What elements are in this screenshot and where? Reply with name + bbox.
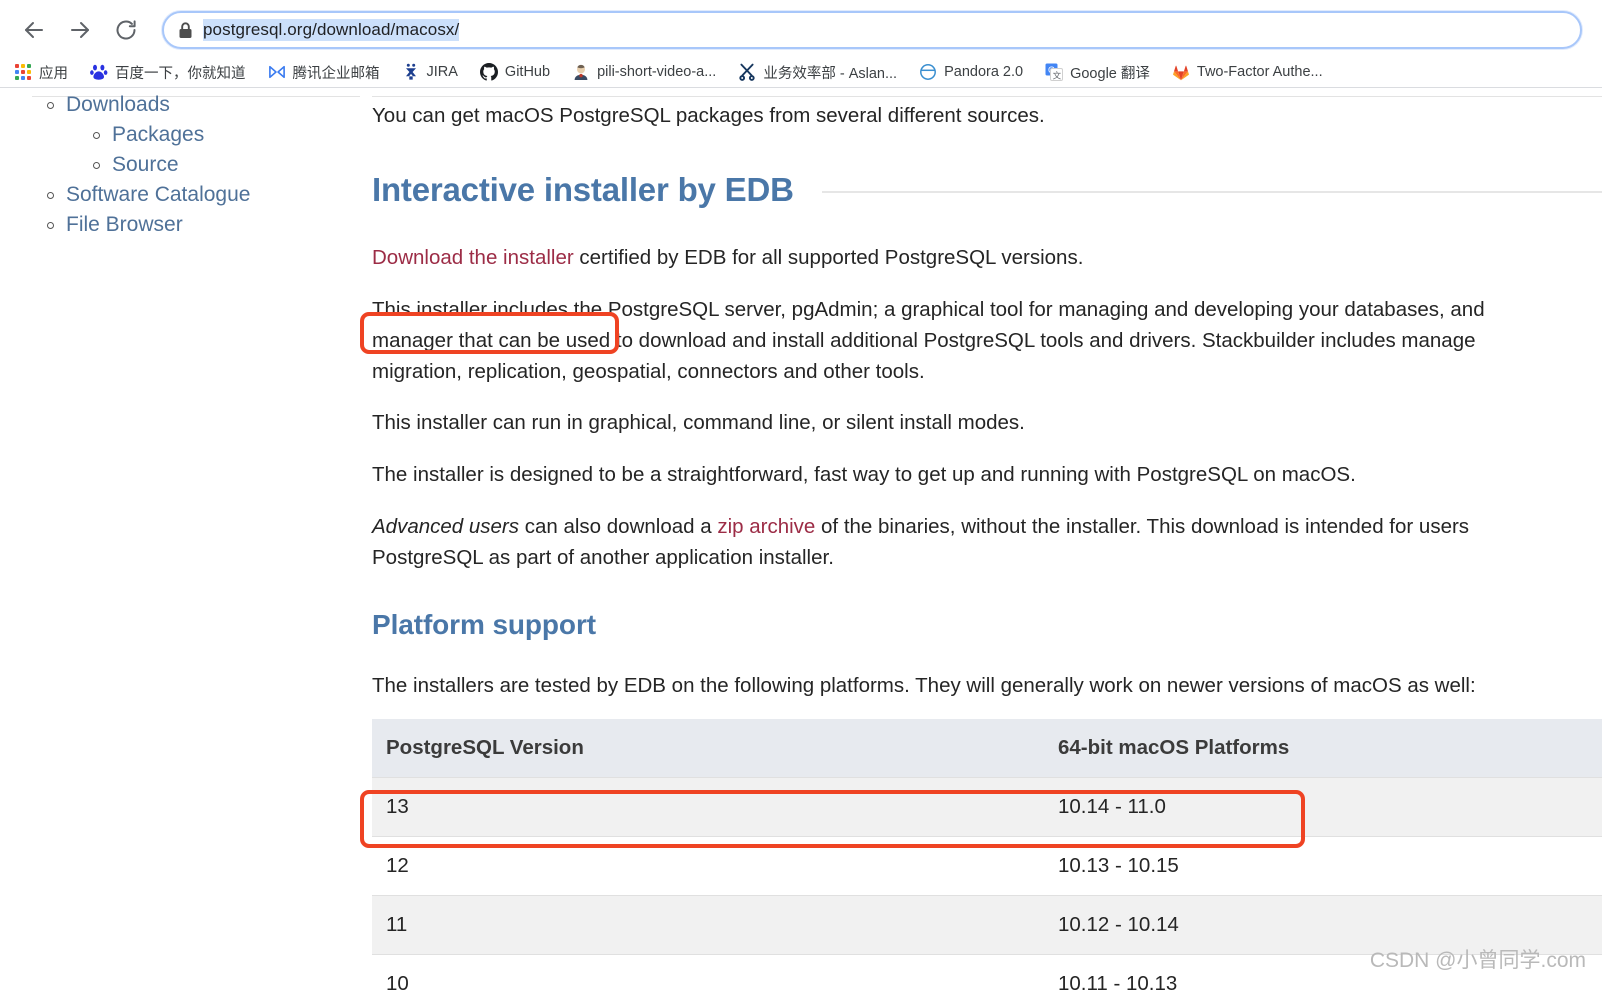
sidebar-item-file-browser[interactable]: File Browser (0, 210, 360, 240)
paragraph-line: manager that can be used to download and… (372, 329, 1476, 352)
bookmark-baidu[interactable]: 百度一下，你就知道 (90, 62, 246, 83)
bullet-icon (47, 102, 54, 109)
baidu-icon (90, 63, 108, 81)
column-header-macos-platforms: 64-bit macOS Platforms (1044, 719, 1602, 778)
heading-rule (821, 191, 1602, 193)
bookmark-label: 百度一下，你就知道 (115, 65, 246, 82)
advanced-text-part1: can also download a (519, 515, 718, 538)
main-content: You can get macOS PostgreSQL packages fr… (372, 88, 1602, 992)
sidebar-navigation: Downloads Packages Source Software Catal… (0, 88, 360, 240)
bookmark-label: pili-short-video-a... (597, 64, 717, 80)
sidebar-item-downloads[interactable]: Downloads (0, 90, 360, 120)
table-head: PostgreSQL Version 64-bit macOS Platform… (372, 719, 1602, 778)
advanced-users-paragraph: Advanced users can also download a zip a… (372, 511, 1602, 573)
cell-platforms: 10.14 - 11.0 (1044, 777, 1602, 837)
bookmark-label: 业务效率部 - Aslan... (763, 65, 898, 82)
cell-platforms: 10.13 - 10.15 (1044, 836, 1602, 896)
download-installer-paragraph: Download the installer certified by EDB … (372, 242, 1602, 273)
sidebar-list: Downloads Packages Source Software Catal… (0, 90, 360, 240)
content-divider (372, 96, 1602, 97)
paragraph-line: This installer includes the PostgreSQL s… (372, 298, 1485, 321)
bookmark-two-factor-auth[interactable]: Two-Factor Authe... (1172, 63, 1323, 81)
sidebar-link-packages[interactable]: Packages (112, 120, 204, 150)
bookmark-aslan[interactable]: 业务效率部 - Aslan... (738, 62, 897, 83)
cell-version: 12 (372, 836, 1044, 896)
bookmark-label: GitHub (504, 64, 551, 80)
sidebar-item-packages[interactable]: Packages (0, 120, 360, 150)
bookmark-google-translate[interactable]: G 文 Google 翻译 (1045, 62, 1150, 83)
bookmark-tencent-mail[interactable]: 腾讯企业邮箱 (268, 62, 380, 83)
watermark: CSDN @小曾同学.com (1369, 949, 1586, 972)
bullet-icon (47, 222, 54, 229)
download-the-installer-link[interactable]: Download the installer (372, 246, 574, 269)
address-bar[interactable]: postgresql.org/download/macosx/ (162, 11, 1582, 49)
bookmark-label: Pandora 2.0 (944, 64, 1024, 80)
heading-platform-support: Platform support (372, 609, 596, 640)
table-row: 12 10.13 - 10.15 (372, 836, 1602, 896)
bookmarks-bar: 应用 百度一下，你就知道 腾讯企业邮箱 JIRA GitHub pili-sho… (0, 56, 1602, 88)
bookmark-label: 腾讯企业邮箱 (292, 65, 380, 82)
bookmark-jira[interactable]: JIRA (402, 63, 458, 81)
google-translate-icon: G 文 (1045, 63, 1064, 81)
tencent-mail-icon (268, 63, 286, 81)
advanced-text-part2: of the binaries, without the installer. … (815, 515, 1470, 538)
apps-grid-icon (14, 63, 32, 81)
column-header-postgresql-version: PostgreSQL Version (372, 719, 1044, 778)
sidebar-link-file-browser[interactable]: File Browser (66, 210, 183, 240)
avatar-icon (572, 63, 590, 81)
sidebar-link-software-catalogue[interactable]: Software Catalogue (66, 180, 250, 210)
paragraph-line: migration, replication, geospatial, conn… (372, 360, 925, 383)
installer-includes-paragraph: This installer includes the PostgreSQL s… (372, 294, 1602, 387)
paragraph-line: Advanced users can also download a zip a… (372, 511, 1602, 542)
pandora-icon (919, 63, 937, 81)
platform-support-paragraph: The installers are tested by EDB on the … (372, 674, 1476, 697)
reload-button[interactable] (106, 10, 146, 50)
gitlab-icon (1172, 63, 1190, 81)
table-header-row: PostgreSQL Version 64-bit macOS Platform… (372, 719, 1602, 778)
bullet-icon (47, 192, 54, 199)
forward-button[interactable] (60, 10, 100, 50)
bullet-icon (93, 132, 100, 139)
installer-designed-paragraph: The installer is designed to be a straig… (372, 463, 1356, 486)
paragraph-line: PostgreSQL as part of another applicatio… (372, 546, 834, 569)
heading-interactive-installer: Interactive installer by EDB (372, 171, 1602, 209)
cell-version: 10 (372, 954, 1044, 992)
jira-icon (402, 63, 420, 81)
github-icon (479, 63, 498, 81)
bookmark-apps[interactable]: 应用 (14, 62, 68, 83)
advanced-users-emphasis: Advanced users (372, 515, 520, 538)
sidebar-link-source[interactable]: Source (112, 150, 179, 180)
install-modes-paragraph: This installer can run in graphical, com… (372, 411, 1025, 434)
back-button[interactable] (14, 10, 54, 50)
download-paragraph-rest: certified by EDB for all supported Postg… (573, 246, 1084, 269)
table-row: 13 10.14 - 11.0 (372, 777, 1602, 837)
cell-version: 13 (372, 777, 1044, 837)
bookmark-label: Two-Factor Authe... (1196, 64, 1323, 80)
bookmark-pandora[interactable]: Pandora 2.0 (919, 63, 1023, 81)
sidebar-item-software-catalogue[interactable]: Software Catalogue (0, 180, 360, 210)
scissors-icon (738, 63, 756, 81)
intro-paragraph: You can get macOS PostgreSQL packages fr… (372, 104, 1045, 127)
heading-text: Interactive installer by EDB (372, 171, 794, 208)
bookmark-pili-short-video[interactable]: pili-short-video-a... (572, 63, 716, 81)
bookmark-label: Google 翻译 (1070, 65, 1150, 82)
browser-navigation-bar: postgresql.org/download/macosx/ (0, 0, 1602, 60)
svg-text:文: 文 (1053, 70, 1062, 80)
bullet-icon (93, 162, 100, 169)
sidebar-link-downloads[interactable]: Downloads (66, 90, 170, 120)
bookmark-github[interactable]: GitHub (479, 63, 551, 81)
address-bar-url[interactable]: postgresql.org/download/macosx/ (203, 19, 460, 41)
sidebar-item-source[interactable]: Source (0, 150, 360, 180)
zip-archive-link[interactable]: zip archive (717, 515, 815, 538)
page-viewport: Downloads Packages Source Software Catal… (0, 88, 1602, 992)
lock-icon (178, 21, 193, 39)
cell-version: 11 (372, 895, 1044, 955)
bookmark-label: 应用 (39, 65, 68, 82)
bookmark-label: JIRA (426, 64, 458, 80)
browser-chrome: postgresql.org/download/macosx/ 应用 百度一下，… (0, 0, 1602, 88)
